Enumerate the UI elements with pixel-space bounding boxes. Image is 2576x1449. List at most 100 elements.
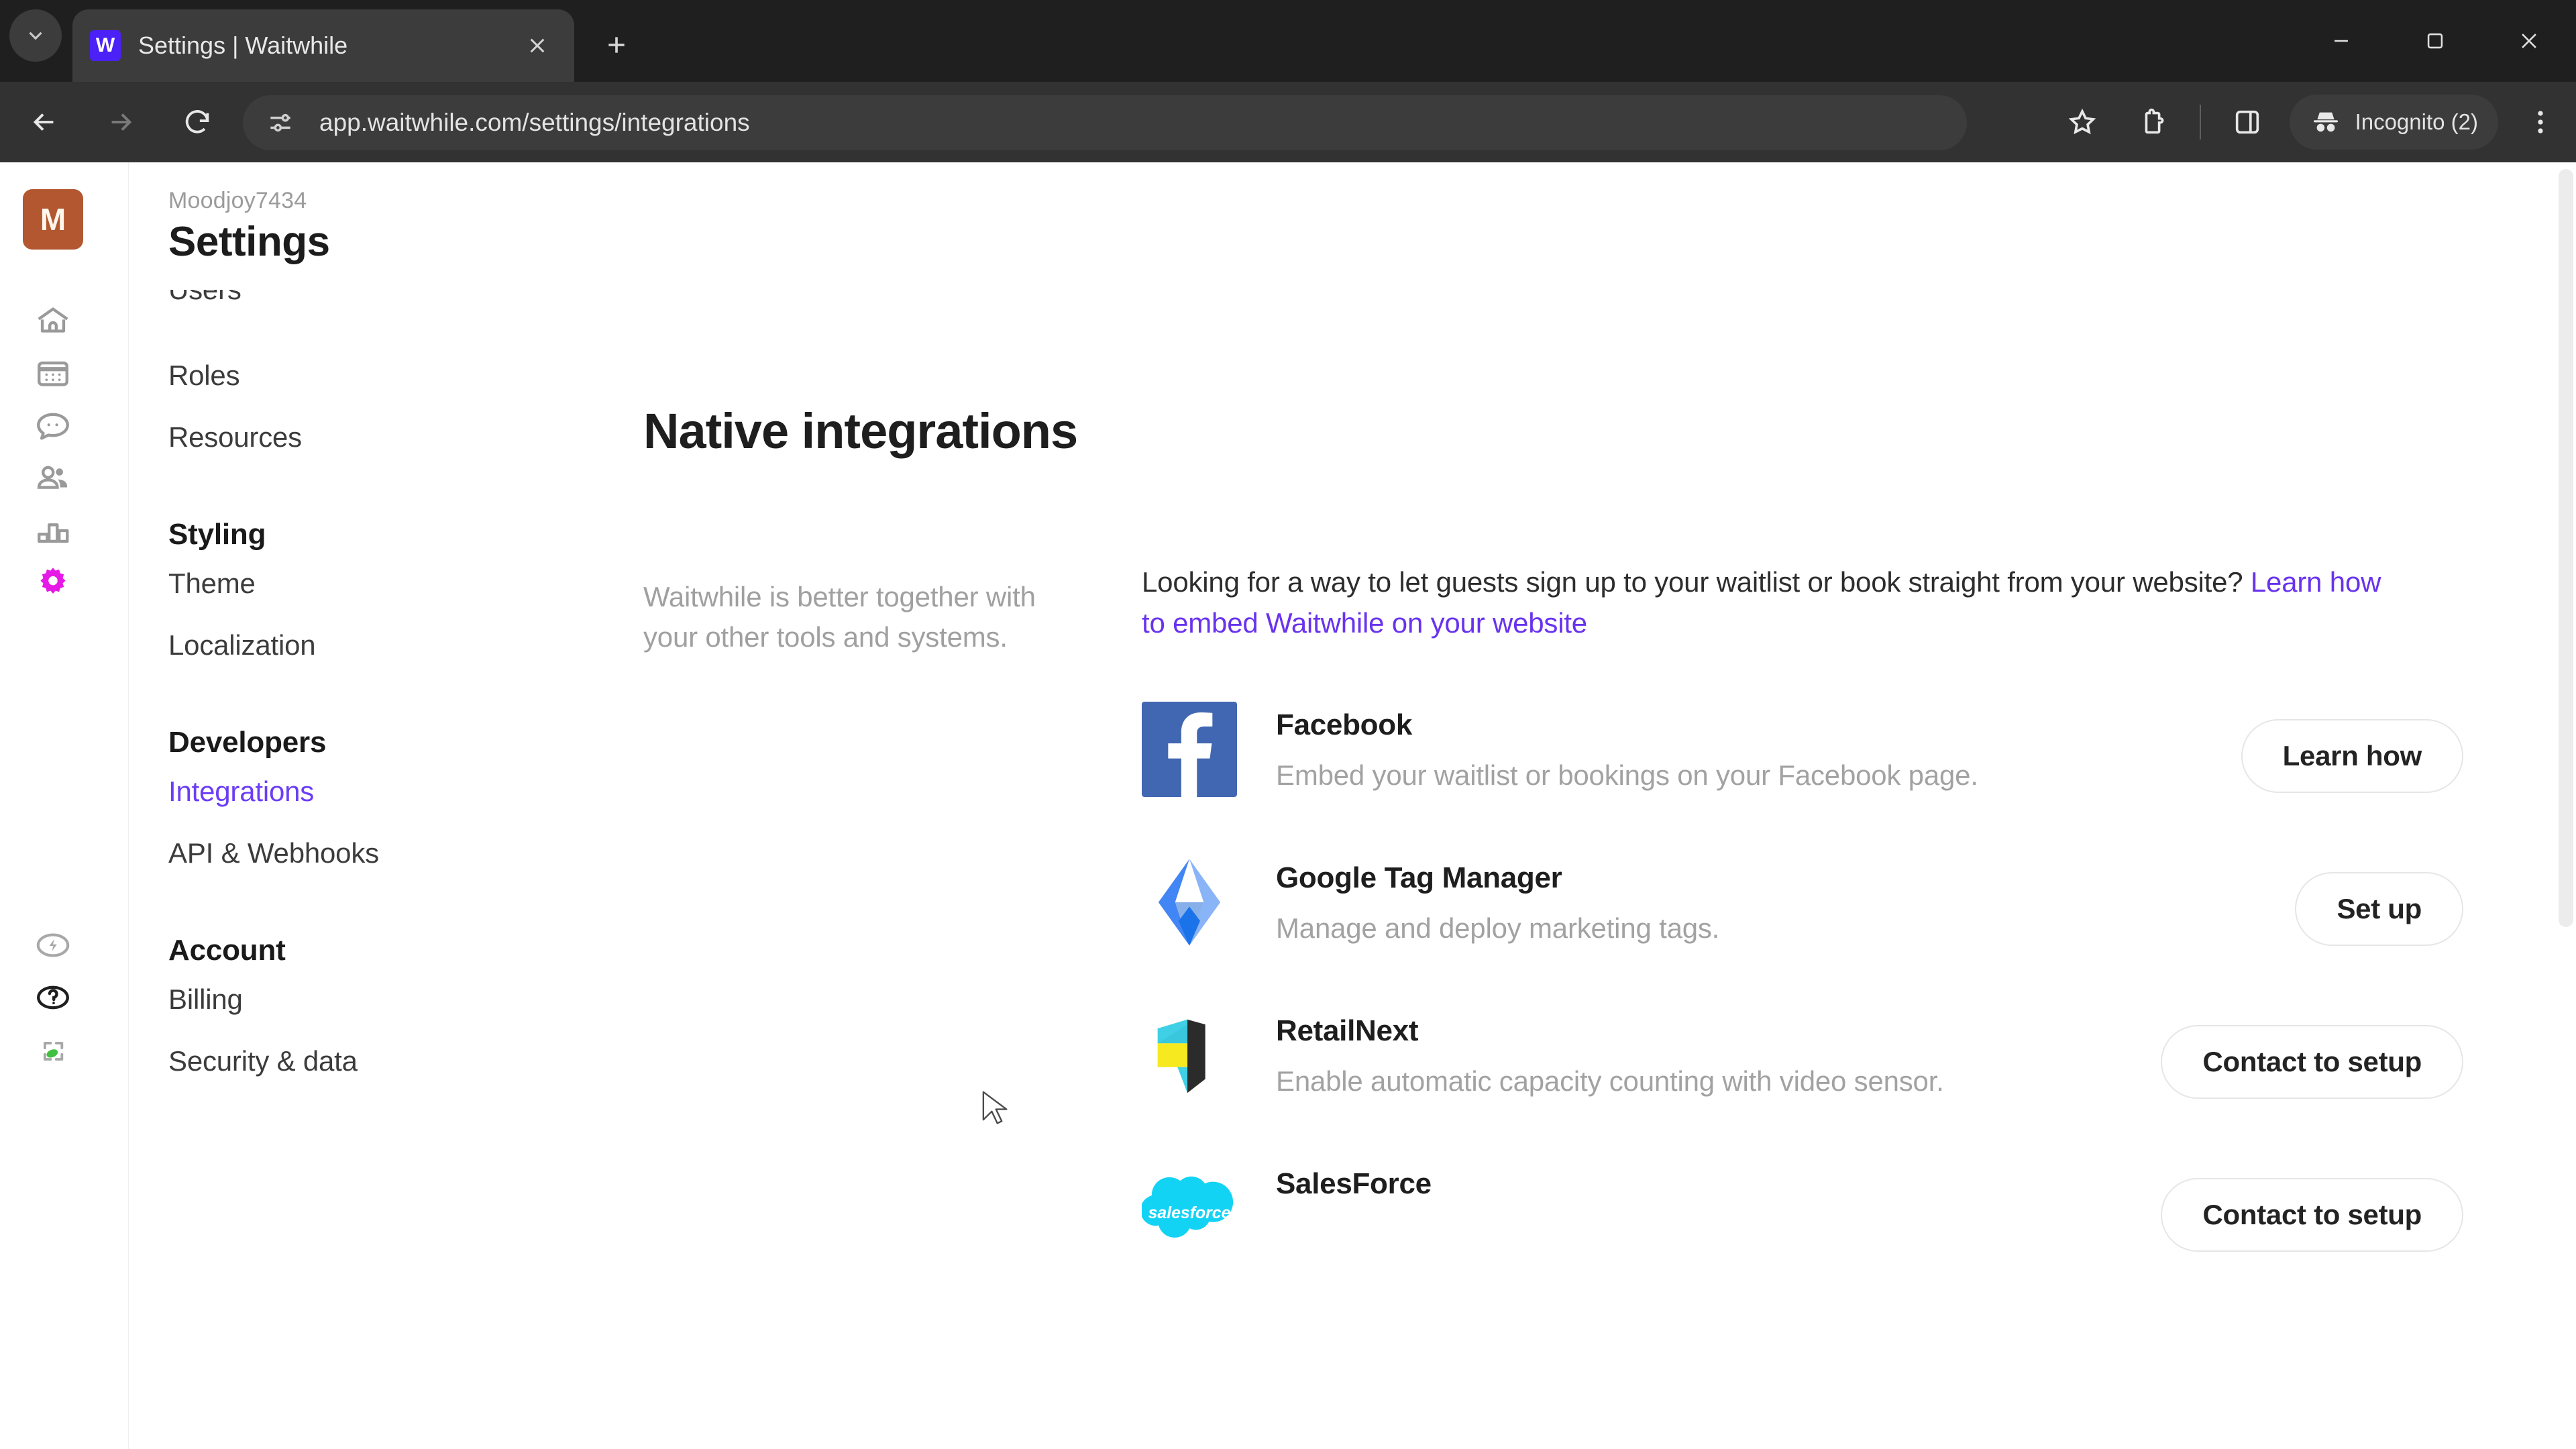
- integration-action: Contact to setup: [2161, 1161, 2463, 1252]
- sidebar-item-resources[interactable]: Resources: [168, 407, 528, 468]
- integration-action: Set up: [2295, 855, 2463, 946]
- browser-toolbar: app.waitwhile.com/settings/integrations: [0, 82, 2576, 162]
- three-dot-menu-icon: [2538, 111, 2543, 133]
- integration-description: Enable automatic capacity counting with …: [1276, 1065, 1944, 1097]
- sidebar-item-roles[interactable]: Roles: [168, 345, 528, 407]
- close-icon: [530, 38, 545, 53]
- tab-title: Settings | Waitwhile: [138, 32, 348, 59]
- extensions-button[interactable]: [2123, 92, 2184, 152]
- sliders-icon: [270, 113, 290, 132]
- toolbar-right-actions: Incognito (2): [2047, 82, 2576, 162]
- settings-nav-list[interactable]: Users Roles Resources Styling Theme Loca…: [129, 274, 528, 1449]
- settings-nav-header: Moodjoy7434 Settings: [129, 162, 528, 290]
- sidebar-item-theme[interactable]: Theme: [168, 553, 528, 614]
- rail-item-power[interactable]: [28, 920, 78, 970]
- plus-icon: [608, 37, 625, 53]
- org-avatar-letter: M: [40, 202, 66, 237]
- org-avatar[interactable]: M: [23, 189, 83, 250]
- window-close-icon: [2522, 34, 2536, 48]
- integration-name: Google Tag Manager: [1276, 861, 1562, 894]
- side-panel-button[interactable]: [2217, 92, 2277, 152]
- sidebar-item-billing[interactable]: Billing: [168, 969, 528, 1030]
- rail-item-settings[interactable]: [28, 558, 78, 608]
- integration-name: RetailNext: [1276, 1014, 1419, 1047]
- rail-item-user-badge[interactable]: [28, 1026, 78, 1076]
- browser-chrome: W Settings | Waitwhile app.waitwhile.com…: [0, 0, 2576, 162]
- set-up-button[interactable]: Set up: [2295, 871, 2463, 946]
- star-icon: [2068, 108, 2096, 135]
- close-tab-button[interactable]: [518, 26, 557, 65]
- integration-description: Embed your waitlist or bookings on your …: [1276, 759, 1978, 791]
- salesforce-logo-icon: salesforce: [1142, 1161, 1237, 1256]
- embed-blurb-text: Looking for a way to let guests sign up …: [1142, 566, 2251, 598]
- incognito-indicator[interactable]: Incognito (2): [2289, 95, 2498, 150]
- tab-strip: W Settings | Waitwhile: [0, 0, 2576, 82]
- app-rail: M: [0, 162, 129, 1449]
- window-controls: [2294, 0, 2576, 82]
- tab-search-button[interactable]: [9, 9, 62, 62]
- toolbar-divider: [2199, 105, 2201, 140]
- incognito-hat-icon: [2313, 112, 2338, 132]
- reload-icon: [185, 110, 209, 133]
- integration-row-google-tag-manager: Google Tag Manager Manage and deploy mar…: [1142, 855, 2463, 950]
- chrome-menu-button[interactable]: [2510, 92, 2571, 152]
- forward-button[interactable]: [89, 90, 153, 154]
- rail-item-analytics[interactable]: [28, 506, 78, 555]
- sidebar-item-localization[interactable]: Localization: [168, 614, 528, 676]
- integration-text: SalesForce: [1276, 1161, 2161, 1213]
- site-settings-icon[interactable]: [264, 107, 297, 139]
- facebook-logo-icon: [1142, 701, 1237, 797]
- maximize-button[interactable]: [2388, 0, 2482, 82]
- integration-row-salesforce: salesforce SalesForce Contact to setup: [1142, 1161, 2463, 1256]
- forward-arrow-icon: [111, 113, 132, 131]
- settings-gear-icon: [40, 568, 66, 594]
- sidebar-item-integrations[interactable]: Integrations: [168, 761, 528, 822]
- back-button[interactable]: [12, 90, 76, 154]
- svg-text:salesforce: salesforce: [1148, 1204, 1231, 1222]
- extensions-puzzle-icon: [2145, 108, 2163, 134]
- integration-action: Learn how: [2241, 702, 2463, 793]
- contact-to-setup-button[interactable]: Contact to setup: [2161, 1024, 2463, 1099]
- incognito-label: Incognito (2): [2355, 109, 2478, 134]
- learn-how-button[interactable]: Learn how: [2241, 718, 2463, 793]
- help-icon: [37, 985, 69, 1010]
- integration-text: Facebook Embed your waitlist or bookings…: [1276, 702, 2241, 796]
- retailnext-glyph: [1157, 1019, 1205, 1093]
- rail-item-home[interactable]: [28, 297, 78, 346]
- rail-item-help[interactable]: [28, 973, 78, 1022]
- integration-row-facebook: Facebook Embed your waitlist or bookings…: [1142, 701, 2463, 797]
- close-window-button[interactable]: [2482, 0, 2576, 82]
- sidebar-item-api-webhooks[interactable]: API & Webhooks: [168, 822, 528, 884]
- content-heading: Native integrations: [643, 403, 1078, 459]
- favicon-letter: W: [95, 34, 115, 56]
- side-panel-icon: [2235, 110, 2259, 134]
- browser-tab[interactable]: W Settings | Waitwhile: [72, 9, 574, 82]
- power-bolt-icon: [36, 933, 70, 957]
- sidebar-item-security-data[interactable]: Security & data: [168, 1030, 528, 1092]
- integration-text: Google Tag Manager Manage and deploy mar…: [1276, 855, 2295, 949]
- new-tab-button[interactable]: [590, 19, 643, 71]
- embed-blurb: Looking for a way to let guests sign up …: [1142, 562, 2390, 644]
- sidebar-group-developers: Developers: [168, 726, 327, 759]
- rail-item-calendar[interactable]: [28, 349, 78, 398]
- integration-name: SalesForce: [1276, 1167, 1432, 1200]
- rail-item-customers[interactable]: [28, 453, 78, 503]
- minimize-button[interactable]: [2294, 0, 2388, 82]
- sidebar-group-styling: Styling: [168, 518, 266, 551]
- mouse-cursor: [982, 1091, 1008, 1124]
- url-text: app.waitwhile.com/settings/integrations: [319, 109, 750, 136]
- address-bar[interactable]: app.waitwhile.com/settings/integrations: [243, 95, 1967, 150]
- minimize-icon: [2334, 40, 2348, 42]
- calendar-icon: [38, 361, 68, 386]
- maximize-icon: [2427, 33, 2443, 49]
- bookmark-button[interactable]: [2052, 92, 2112, 152]
- reload-button[interactable]: [165, 90, 229, 154]
- rail-item-messages[interactable]: [28, 401, 78, 451]
- contact-to-setup-button[interactable]: Contact to setup: [2161, 1177, 2463, 1252]
- settings-nav-panel: Moodjoy7434 Settings Users Roles Resourc…: [129, 162, 528, 1449]
- main-scrollbar[interactable]: [2559, 169, 2573, 927]
- analytics-icon: [38, 523, 69, 543]
- integration-row-retailnext: RetailNext Enable automatic capacity cou…: [1142, 1008, 2463, 1103]
- sidebar-group-account: Account: [168, 934, 286, 967]
- user-badge-icon: [43, 1041, 64, 1061]
